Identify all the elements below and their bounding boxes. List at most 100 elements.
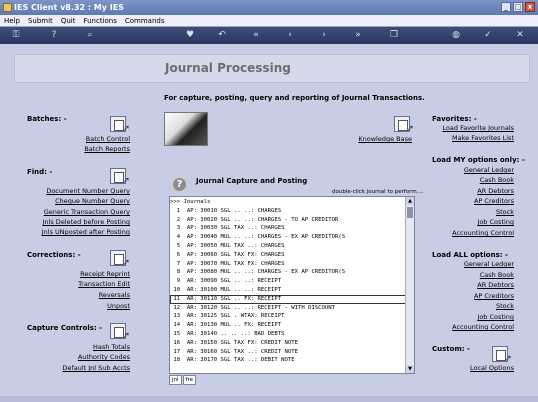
find-heading: Find: - — [27, 168, 53, 176]
last-icon[interactable]: » — [352, 30, 364, 41]
list-item[interactable]: 13 AR: 30125 SGL . WTAX: RECEIPT — [170, 312, 406, 321]
generic-transaction-query-link[interactable]: Generic Transaction Query — [44, 208, 130, 216]
list-item[interactable]: 8 AP: 30080 MUL .. ..: CHARGES - EX AP C… — [170, 268, 406, 277]
batch-reports-link[interactable]: Batch Reports — [84, 145, 130, 153]
capture-controls-icon[interactable]: ➚ — [110, 323, 130, 341]
scroll-up-icon[interactable]: ▲ — [406, 197, 414, 205]
list-item[interactable]: 6 AP: 30060 SGL TAX FX: CHARGES — [170, 251, 406, 260]
authority-codes-link[interactable]: Authority Codes — [78, 353, 130, 361]
close-button[interactable]: x — [525, 2, 535, 12]
globe-icon[interactable]: ◍ — [450, 30, 462, 41]
key-icon[interactable]: ⚿ — [10, 30, 22, 41]
close-icon[interactable]: ✕ — [514, 30, 526, 41]
my-job-costing-link[interactable]: Job Costing — [477, 218, 514, 226]
scroll-thumb[interactable] — [407, 207, 413, 218]
page-banner: Journal Processing — [14, 54, 530, 83]
journal-list[interactable]: >>> Journals 1 AP: 30010 SGL .. ..: CHAR… — [169, 196, 415, 374]
heart-icon[interactable]: ♥ — [184, 30, 196, 41]
knowledge-base-icon[interactable]: ➚ — [394, 116, 414, 134]
list-item-selected[interactable]: 11 AR: 30110 SGL .. FX: RECEIPT — [170, 295, 406, 304]
load-all-heading: Load ALL options: - — [432, 251, 508, 259]
unpost-link[interactable]: Unpost — [107, 302, 130, 310]
jnls-deleted-link[interactable]: Jnls Deleted before Posting — [43, 218, 130, 226]
menu-bar: Help Submit Quit Functions Commands — [0, 15, 538, 27]
menu-functions[interactable]: Functions — [83, 15, 116, 26]
tab-fre[interactable]: fre — [182, 375, 197, 385]
jnls-unposted-link[interactable]: Jnls UNposted after Posting — [42, 228, 130, 236]
favorites-heading: Favorites: - — [432, 115, 477, 123]
scroll-down-icon[interactable]: ▼ — [406, 365, 414, 373]
load-favorite-journals-link[interactable]: Load Favorite Journals — [442, 124, 514, 132]
copy-icon[interactable]: ❐ — [388, 30, 400, 41]
search-icon[interactable]: ⌕ — [84, 30, 96, 41]
my-general-ledger-link[interactable]: General Ledger — [464, 166, 514, 174]
list-item[interactable]: 9 AR: 30090 SGL .. ..: RECEIPT — [170, 277, 406, 286]
journal-capture-hint: double-click journal to perform.... — [332, 189, 424, 195]
minimize-button[interactable]: _ — [501, 2, 511, 12]
my-stock-link[interactable]: Stock — [496, 208, 514, 216]
list-item[interactable]: 18 AR: 30170 SGL TAX ..: DEBIT NOTE — [170, 356, 406, 365]
menu-quit[interactable]: Quit — [61, 15, 76, 26]
title-bar: IES Client v8.32 : My IES _ □ x — [0, 0, 538, 15]
all-general-ledger-link[interactable]: General Ledger — [464, 260, 514, 268]
my-accounting-control-link[interactable]: Accounting Control — [452, 229, 514, 237]
list-scrollbar[interactable]: ▲ ▼ — [405, 197, 414, 373]
menu-submit[interactable]: Submit — [28, 15, 53, 26]
maximize-button[interactable]: □ — [513, 2, 523, 12]
load-my-heading: Load MY options only: - — [432, 156, 525, 164]
custom-heading: Custom: - — [432, 345, 470, 353]
custom-icon[interactable]: ➚ — [492, 346, 512, 364]
reversals-link[interactable]: Reversals — [99, 291, 130, 299]
help-icon[interactable]: ? — [48, 30, 60, 41]
list-header: >>> Journals — [170, 199, 211, 205]
page-subtitle: For capture, posting, query and reportin… — [164, 94, 425, 102]
all-ar-debtors-link[interactable]: AR Debtors — [477, 281, 514, 289]
page-title: Journal Processing — [165, 61, 291, 75]
prev-icon[interactable]: ‹ — [284, 30, 296, 41]
receipt-reprint-link[interactable]: Receipt Reprint — [80, 270, 130, 278]
default-jnl-sub-accts-link[interactable]: Default Jnl Sub Accts — [62, 364, 130, 372]
menu-help[interactable]: Help — [4, 15, 20, 26]
ok-icon[interactable]: ✓ — [482, 30, 494, 41]
make-favorites-list-link[interactable]: Make Favorites List — [452, 134, 514, 142]
my-cash-book-link[interactable]: Cash Book — [480, 176, 514, 184]
list-item[interactable]: 10 AR: 30100 MUL .. ..: RECEIPT — [170, 286, 406, 295]
corrections-heading: Corrections: - — [27, 251, 81, 259]
knowledge-base-link[interactable]: Knowledge Base — [358, 135, 412, 143]
window-title: IES Client v8.32 : My IES — [14, 3, 124, 12]
my-ap-creditors-link[interactable]: AP Creditors — [474, 197, 514, 205]
local-options-link[interactable]: Local Options — [470, 364, 514, 372]
transaction-edit-link[interactable]: Transaction Edit — [78, 280, 130, 288]
all-accounting-control-link[interactable]: Accounting Control — [452, 323, 514, 331]
list-item[interactable]: 14 AR: 30130 MUL .. FX: RECEIPT — [170, 321, 406, 330]
menu-commands[interactable]: Commands — [125, 15, 165, 26]
list-item[interactable]: 4 AP: 30040 MUL .. ..: CHARGES - EX AP C… — [170, 233, 406, 242]
list-item[interactable]: 3 AP: 30030 SGL TAX ..: CHARGES — [170, 224, 406, 233]
toolbar: ⚿ ? ⌕ ♥ ↶ « ‹ › » ❐ ◍ ✓ ✕ — [0, 27, 538, 44]
list-item[interactable]: 5 AP: 30050 MUL TAX ..: CHARGES — [170, 242, 406, 251]
list-item[interactable]: 15 AR: 30140 .. .. ..: BAD DEBTS — [170, 330, 406, 339]
all-cash-book-link[interactable]: Cash Book — [480, 271, 514, 279]
batches-icon[interactable]: ➚ — [110, 116, 130, 134]
back-icon[interactable]: ↶ — [216, 30, 228, 41]
cheque-number-query-link[interactable]: Cheque Number Query — [55, 197, 130, 205]
tab-jnl[interactable]: jnl — [169, 375, 182, 385]
batch-control-link[interactable]: Batch Control — [86, 135, 130, 143]
first-icon[interactable]: « — [250, 30, 262, 41]
next-icon[interactable]: › — [318, 30, 330, 41]
corrections-icon[interactable]: ➚ — [110, 250, 130, 268]
all-ap-creditors-link[interactable]: AP Creditors — [474, 292, 514, 300]
document-number-query-link[interactable]: Document Number Query — [46, 187, 130, 195]
hash-totals-link[interactable]: Hash Totals — [93, 343, 130, 351]
journal-capture-title: Journal Capture and Posting — [196, 177, 308, 185]
find-icon[interactable]: ➚ — [110, 168, 130, 186]
status-bar — [0, 396, 538, 402]
batches-heading: Batches: - — [27, 115, 67, 123]
main-page: Journal Processing For capture, posting,… — [14, 44, 530, 398]
list-item[interactable]: 1 AP: 30010 SGL .. ..: CHARGES — [170, 207, 406, 216]
my-ar-debtors-link[interactable]: AR Debtors — [477, 187, 514, 195]
capture-controls-heading: Capture Controls: - — [27, 324, 103, 332]
all-job-costing-link[interactable]: Job Costing — [477, 313, 514, 321]
all-stock-link[interactable]: Stock — [496, 302, 514, 310]
list-item[interactable]: 16 AR: 30150 SGL TAX FX: CREDIT NOTE — [170, 339, 406, 348]
